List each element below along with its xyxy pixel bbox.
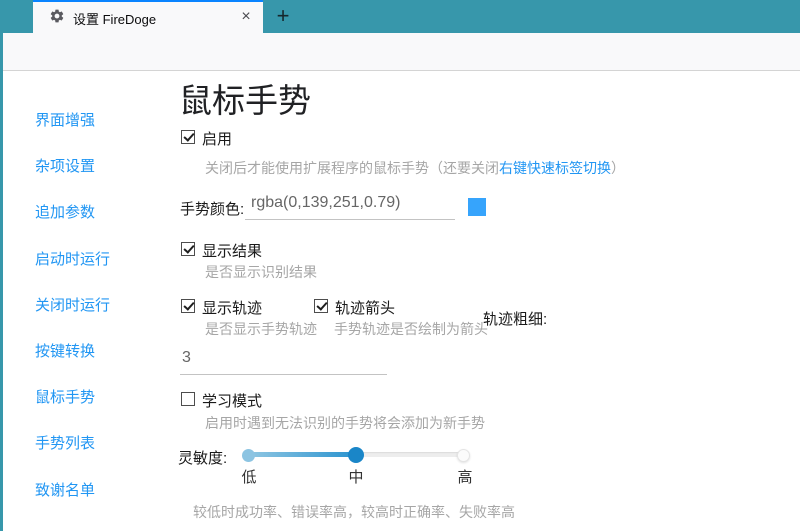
sensitivity-label: 灵敏度: [178, 450, 228, 467]
slider-stop-high[interactable] [457, 449, 470, 462]
sidebar-item-gesture-list[interactable]: 手势列表 [35, 432, 155, 452]
track-arrow-checkbox[interactable] [314, 299, 328, 313]
new-tab-button[interactable]: + [268, 1, 298, 32]
sidebar-item-credits[interactable]: 致谢名单 [35, 479, 155, 499]
tab-title: 设置 FireDoge [73, 12, 157, 27]
show-track-hint: 是否显示手势轨迹 [205, 321, 317, 337]
slider-track-empty[interactable] [356, 452, 466, 457]
slider-stop-low[interactable] [242, 449, 255, 462]
tab-close-icon[interactable]: × [235, 6, 257, 28]
sidebar-item-key-convert[interactable]: 按键转换 [35, 340, 155, 360]
enable-hint: 关闭后才能使用扩展程序的鼠标手势（还要关闭右键快速标签切换） [205, 160, 625, 176]
enable-checkbox[interactable] [181, 130, 195, 144]
sidebar-item-mouse-gesture[interactable]: 鼠标手势 [35, 386, 155, 406]
slider-tick-high[interactable]: 高 [455, 466, 475, 487]
learn-mode-hint: 启用时遇到无法识别的手势将会添加为新手势 [205, 415, 485, 431]
sensitivity-hint: 较低时成功率、错误率高，较高时正确率、失败率高 [193, 504, 515, 520]
show-track-checkbox[interactable] [181, 299, 195, 313]
slider-tick-low[interactable]: 低 [239, 466, 259, 487]
gesture-color-input[interactable]: rgba(0,139,251,0.79) [245, 194, 455, 220]
show-track-label[interactable]: 显示轨迹 [202, 297, 262, 318]
enable-label[interactable]: 启用 [202, 128, 232, 149]
show-result-checkbox[interactable] [181, 242, 195, 256]
gear-favicon-icon [50, 9, 64, 23]
show-result-hint: 是否显示识别结果 [205, 264, 317, 280]
track-arrow-hint: 手势轨迹是否绘制为箭头 [334, 321, 488, 337]
sidebar-item-extra-args[interactable]: 追加参数 [35, 201, 155, 221]
slider-handle[interactable] [348, 447, 364, 463]
sidebar-item-run-startup[interactable]: 启动时运行 [35, 248, 155, 268]
track-width-label: 轨迹粗细: [483, 311, 548, 328]
window-left-border [0, 0, 3, 531]
show-result-label[interactable]: 显示结果 [202, 240, 262, 261]
track-width-input[interactable]: 3 [180, 349, 387, 375]
slider-track-filled[interactable] [249, 452, 356, 457]
navigation-toolbar [0, 33, 800, 71]
sidebar-item-run-close[interactable]: 关闭时运行 [35, 294, 155, 314]
quick-tab-switch-link[interactable]: 右键快速标签切换 [499, 160, 611, 176]
learn-mode-checkbox[interactable] [181, 392, 195, 406]
track-arrow-label[interactable]: 轨迹箭头 [335, 297, 395, 318]
browser-tab[interactable]: 设置 FireDoge × [33, 0, 263, 33]
slider-tick-mid[interactable]: 中 [346, 466, 366, 487]
sidebar-item-ui-enhance[interactable]: 界面增强 [35, 109, 155, 129]
sidebar-item-misc[interactable]: 杂项设置 [35, 155, 155, 175]
page-title: 鼠标手势 [179, 82, 311, 119]
gesture-color-label: 手势颜色: [180, 201, 245, 218]
learn-mode-label[interactable]: 学习模式 [202, 390, 262, 411]
active-tab-indicator [33, 0, 263, 2]
gesture-color-swatch[interactable] [468, 198, 486, 216]
